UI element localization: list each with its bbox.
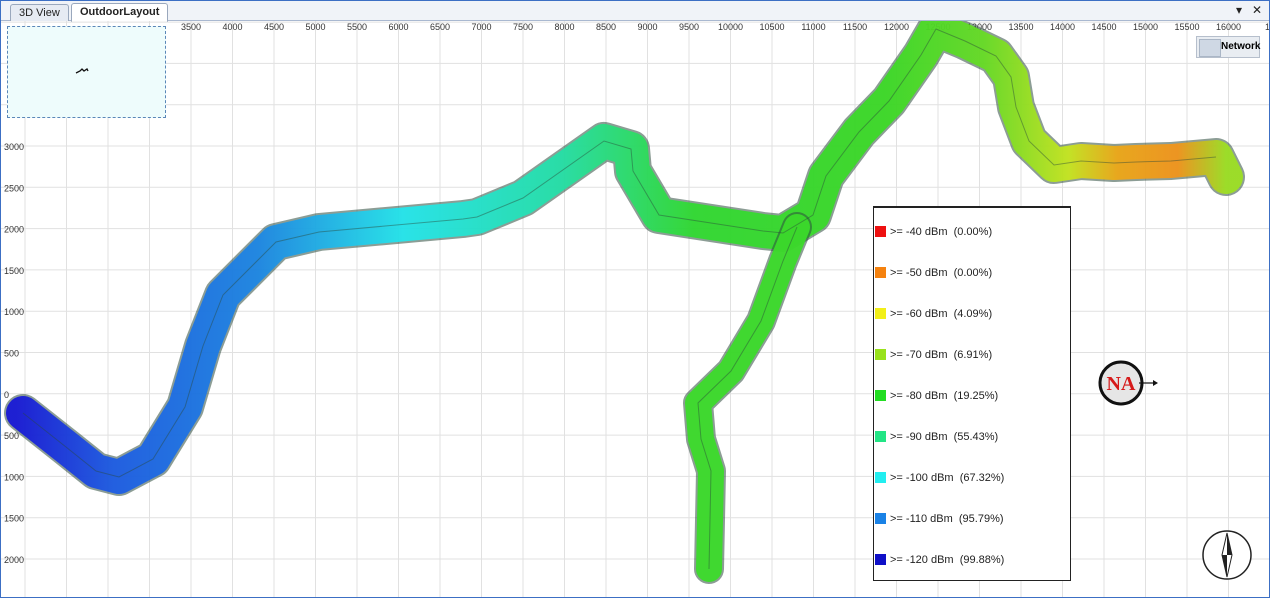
x-tick-label: 12000 <box>884 22 909 32</box>
north-arrow-icon <box>1202 530 1252 580</box>
y-tick-label: 1000 <box>4 307 24 317</box>
na-site-marker[interactable]: NA <box>1098 360 1158 406</box>
legend-swatch <box>875 431 886 442</box>
y-axis-ticks: 3000 2500 2000 1500 1000 500 0 500 1000 1500 2000 <box>4 142 24 565</box>
x-tick-label: 14500 <box>1091 22 1116 32</box>
x-tick-label: 3500 <box>181 22 201 32</box>
y-tick-label: 2500 <box>4 183 24 193</box>
network-swatch-icon <box>1199 39 1221 57</box>
x-tick-label: 15000 <box>1133 22 1158 32</box>
legend-item: >= -40 dBm (0.00%) <box>874 225 992 239</box>
map-canvas[interactable]: 3500 4000 4500 5000 5500 6000 6500 7000 7500 8000… <box>1 21 1269 597</box>
legend-label: >= -50 dBm (0.00%) <box>890 267 993 279</box>
na-label: NA <box>1107 373 1136 395</box>
legend-label: >= -70 dBm (6.91%) <box>890 349 993 361</box>
map-grid <box>1 21 1269 597</box>
x-tick-label: 8500 <box>596 22 616 32</box>
x-tick-label: 6000 <box>388 22 408 32</box>
x-tick-label: 7500 <box>513 22 533 32</box>
x-tick-label: 11000 <box>801 22 825 32</box>
legend-swatch <box>875 554 886 565</box>
x-axis-ticks: 3500 4000 4500 5000 5500 6000 6500 7000 7500 8000… <box>181 22 1269 32</box>
x-tick-label: 7000 <box>471 22 491 32</box>
legend-item: >= -90 dBm (55.43%) <box>874 430 998 444</box>
y-tick-label: 1500 <box>4 266 24 276</box>
x-tick-label: 14000 <box>1050 22 1075 32</box>
x-tick-label: 5500 <box>347 22 367 32</box>
x-tick-label: 10500 <box>759 22 784 32</box>
y-tick-label: 0 <box>4 390 9 400</box>
signal-legend: >= -40 dBm (0.00%) >= -50 dBm (0.00%) >= -… <box>873 206 1071 581</box>
legend-item: >= -100 dBm (67.32%) <box>874 471 1004 485</box>
x-tick-label: 16000 <box>1216 22 1241 32</box>
network-button[interactable]: Network <box>1196 36 1260 58</box>
x-tick-label: 9000 <box>637 22 657 32</box>
network-button-label: Network <box>1221 41 1261 52</box>
x-tick-label: 11500 <box>843 22 867 32</box>
legend-label: >= -60 dBm (4.09%) <box>890 308 993 320</box>
x-tick-label: 4500 <box>264 22 284 32</box>
legend-item: >= -70 dBm (6.91%) <box>874 348 992 362</box>
legend-swatch <box>875 513 886 524</box>
legend-swatch <box>875 226 886 237</box>
legend-item: >= -80 dBm (19.25%) <box>874 389 998 403</box>
y-tick-label: 500 <box>4 349 19 359</box>
minimap-route-icon <box>75 68 89 74</box>
close-icon[interactable]: ✕ <box>1252 3 1262 17</box>
y-tick-label: 2000 <box>4 225 24 235</box>
legend-label: >= -90 dBm (55.43%) <box>890 431 999 443</box>
y-tick-label: 1500 <box>4 514 24 524</box>
legend-swatch <box>875 349 886 360</box>
tab-list-dropdown-icon[interactable]: ▾ <box>1236 3 1242 17</box>
x-tick-label: 16 <box>1265 22 1269 32</box>
x-tick-label: 10000 <box>718 22 743 32</box>
legend-label: >= -120 dBm (99.88%) <box>890 554 1005 566</box>
legend-item: >= -120 dBm (99.88%) <box>874 553 1004 567</box>
y-tick-label: 500 <box>4 431 19 441</box>
y-tick-label: 1000 <box>4 472 24 482</box>
legend-label: >= -40 dBm (0.00%) <box>890 226 993 238</box>
legend-swatch <box>875 267 886 278</box>
legend-label: >= -110 dBm (95.79%) <box>890 513 1004 525</box>
legend-swatch <box>875 472 886 483</box>
legend-swatch <box>875 390 886 401</box>
x-tick-label: 15500 <box>1174 22 1199 32</box>
x-tick-label: 4000 <box>222 22 242 32</box>
x-tick-label: 13500 <box>1008 22 1033 32</box>
legend-item: >= -110 dBm (95.79%) <box>874 512 1004 526</box>
legend-item: >= -60 dBm (4.09%) <box>874 307 992 321</box>
tab-bar: 3D View OutdoorLayout ▾ ✕ <box>1 1 1269 22</box>
overview-minimap[interactable] <box>7 26 166 118</box>
x-tick-label: 8000 <box>554 22 574 32</box>
x-tick-label: 6500 <box>430 22 450 32</box>
tab-outdoor-layout[interactable]: OutdoorLayout <box>71 3 169 22</box>
legend-label: >= -100 dBm (67.32%) <box>890 472 1005 484</box>
y-tick-label: 3000 <box>4 142 24 152</box>
x-tick-label: 5000 <box>305 22 325 32</box>
legend-label: >= -80 dBm (19.25%) <box>890 390 999 402</box>
map-svg: 3500 4000 4500 5000 5500 6000 6500 7000 7500 8000… <box>1 21 1269 597</box>
tab-3d-view[interactable]: 3D View <box>10 4 69 21</box>
legend-item: >= -50 dBm (0.00%) <box>874 266 992 280</box>
legend-swatch <box>875 308 886 319</box>
x-tick-label: 9500 <box>679 22 699 32</box>
y-tick-label: 2000 <box>4 555 24 565</box>
